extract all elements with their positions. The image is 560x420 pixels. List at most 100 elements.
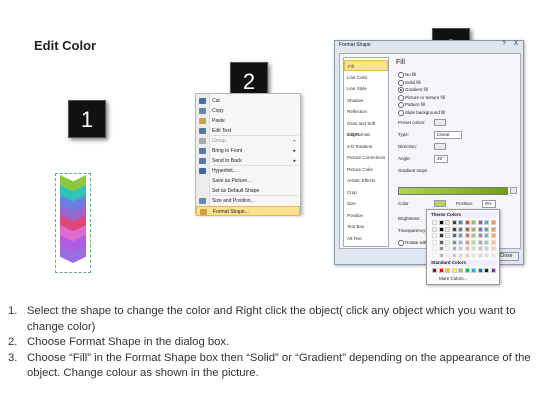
category-item[interactable]: Picture Corrections <box>344 152 388 163</box>
standard-color-swatch[interactable] <box>458 268 463 273</box>
add-stop-button[interactable] <box>510 187 517 194</box>
theme-color-swatch[interactable] <box>451 233 457 238</box>
theme-color-swatch[interactable] <box>445 239 450 245</box>
color-picker-button[interactable] <box>434 200 446 207</box>
theme-color-swatch[interactable] <box>438 239 444 245</box>
category-item[interactable]: Artistic Effects <box>344 175 388 186</box>
fill-option-radio[interactable]: Gradient fill <box>398 86 428 93</box>
theme-color-swatch[interactable] <box>438 226 444 232</box>
theme-color-swatch[interactable] <box>464 239 470 245</box>
arrow-shape-stack[interactable] <box>55 173 91 275</box>
category-item[interactable]: Line Style <box>344 83 388 94</box>
theme-color-swatch[interactable] <box>477 226 483 232</box>
theme-color-swatch[interactable] <box>458 252 463 258</box>
category-item[interactable]: Text Box <box>344 221 388 232</box>
category-item[interactable]: Size <box>344 198 388 209</box>
theme-color-swatch[interactable] <box>490 226 496 232</box>
menu-item[interactable]: Hyperlink... <box>196 166 300 176</box>
theme-color-swatch[interactable] <box>432 246 437 251</box>
theme-color-swatch[interactable] <box>484 220 489 225</box>
theme-color-swatch[interactable] <box>432 252 437 258</box>
theme-color-swatch[interactable] <box>445 226 450 232</box>
theme-color-swatch[interactable] <box>477 239 483 245</box>
fill-option-radio[interactable]: Slide background fill <box>398 109 445 116</box>
category-item[interactable]: Alt Text <box>344 233 388 244</box>
theme-color-swatch[interactable] <box>490 220 496 225</box>
theme-color-swatch[interactable] <box>451 252 457 258</box>
standard-color-swatch[interactable] <box>477 268 483 273</box>
theme-color-swatch[interactable] <box>471 233 476 238</box>
fill-option-radio[interactable]: Solid fill <box>398 79 421 86</box>
theme-color-swatch[interactable] <box>490 239 496 245</box>
theme-color-swatch[interactable] <box>471 220 476 225</box>
theme-color-swatch[interactable] <box>484 233 489 238</box>
theme-color-swatch[interactable] <box>490 252 496 258</box>
theme-color-swatch[interactable] <box>471 239 476 245</box>
category-item[interactable]: Line Color <box>344 72 388 83</box>
type-select[interactable]: Linear <box>434 131 462 139</box>
theme-color-swatch[interactable] <box>477 246 483 251</box>
theme-color-swatch[interactable] <box>477 233 483 238</box>
theme-color-swatch[interactable] <box>471 226 476 232</box>
theme-color-swatch[interactable] <box>451 246 457 251</box>
help-button[interactable]: ? <box>499 41 509 48</box>
theme-color-swatch[interactable] <box>445 233 450 238</box>
category-item[interactable]: Position <box>344 210 388 221</box>
theme-color-swatch[interactable] <box>438 246 444 251</box>
theme-color-swatch[interactable] <box>451 226 457 232</box>
theme-color-swatch[interactable] <box>464 226 470 232</box>
category-item[interactable]: Picture Color <box>344 164 388 175</box>
theme-color-swatch[interactable] <box>490 246 496 251</box>
standard-color-swatch[interactable] <box>445 268 450 273</box>
category-item[interactable]: Shadow <box>344 95 388 106</box>
theme-color-swatch[interactable] <box>464 252 470 258</box>
theme-color-swatch[interactable] <box>438 233 444 238</box>
fill-option-radio[interactable]: No fill <box>398 71 416 78</box>
category-item[interactable]: Reflection <box>344 106 388 117</box>
standard-color-swatch[interactable] <box>471 268 476 273</box>
standard-color-swatch[interactable] <box>432 268 437 273</box>
theme-color-swatch[interactable] <box>438 252 444 258</box>
preset-colors-dropdown[interactable] <box>434 119 446 126</box>
category-item[interactable]: Glow and Soft Edges <box>344 118 388 137</box>
theme-color-swatch[interactable] <box>458 226 463 232</box>
theme-color-swatch[interactable] <box>438 220 444 225</box>
theme-color-swatch[interactable] <box>477 252 483 258</box>
standard-color-swatch[interactable] <box>484 268 489 273</box>
theme-color-swatch[interactable] <box>445 252 450 258</box>
menu-item[interactable]: Copy <box>196 106 300 116</box>
menu-item[interactable]: Save as Picture... <box>196 176 300 186</box>
category-item[interactable]: 3-D Format <box>344 129 388 140</box>
angle-field[interactable]: 45° <box>434 155 448 163</box>
menu-item[interactable]: Bring to Front ▸ <box>196 146 300 156</box>
theme-color-swatch[interactable] <box>451 220 457 225</box>
theme-color-swatch[interactable] <box>458 233 463 238</box>
theme-color-swatch[interactable] <box>477 220 483 225</box>
theme-color-swatch[interactable] <box>432 233 437 238</box>
menu-item[interactable]: Size and Position... <box>196 196 300 206</box>
theme-color-swatch[interactable] <box>490 233 496 238</box>
theme-color-swatch[interactable] <box>484 226 489 232</box>
theme-color-swatch[interactable] <box>458 220 463 225</box>
standard-color-swatch[interactable] <box>438 268 444 273</box>
theme-color-swatch[interactable] <box>484 246 489 251</box>
theme-color-swatch[interactable] <box>458 239 463 245</box>
position-field[interactable]: 0% <box>482 200 496 208</box>
theme-color-swatch[interactable] <box>484 252 489 258</box>
more-colors-link[interactable]: More Colors... <box>439 276 467 281</box>
fill-option-radio[interactable]: Pattern fill <box>398 101 425 108</box>
standard-color-swatch[interactable] <box>490 268 496 273</box>
theme-color-swatch[interactable] <box>445 246 450 251</box>
theme-color-swatch[interactable] <box>432 226 437 232</box>
theme-color-swatch[interactable] <box>445 220 450 225</box>
theme-color-swatch[interactable] <box>471 246 476 251</box>
theme-color-swatch[interactable] <box>432 220 437 225</box>
category-item[interactable]: Fill <box>344 60 388 71</box>
fill-option-radio[interactable]: Picture or texture fill <box>398 94 445 101</box>
direction-dropdown[interactable] <box>434 143 446 150</box>
theme-color-swatch[interactable] <box>464 220 470 225</box>
theme-color-swatch[interactable] <box>451 239 457 245</box>
menu-item[interactable]: Format Shape... <box>196 206 300 216</box>
standard-color-swatch[interactable] <box>464 268 470 273</box>
category-item[interactable]: 3-D Rotation <box>344 141 388 152</box>
